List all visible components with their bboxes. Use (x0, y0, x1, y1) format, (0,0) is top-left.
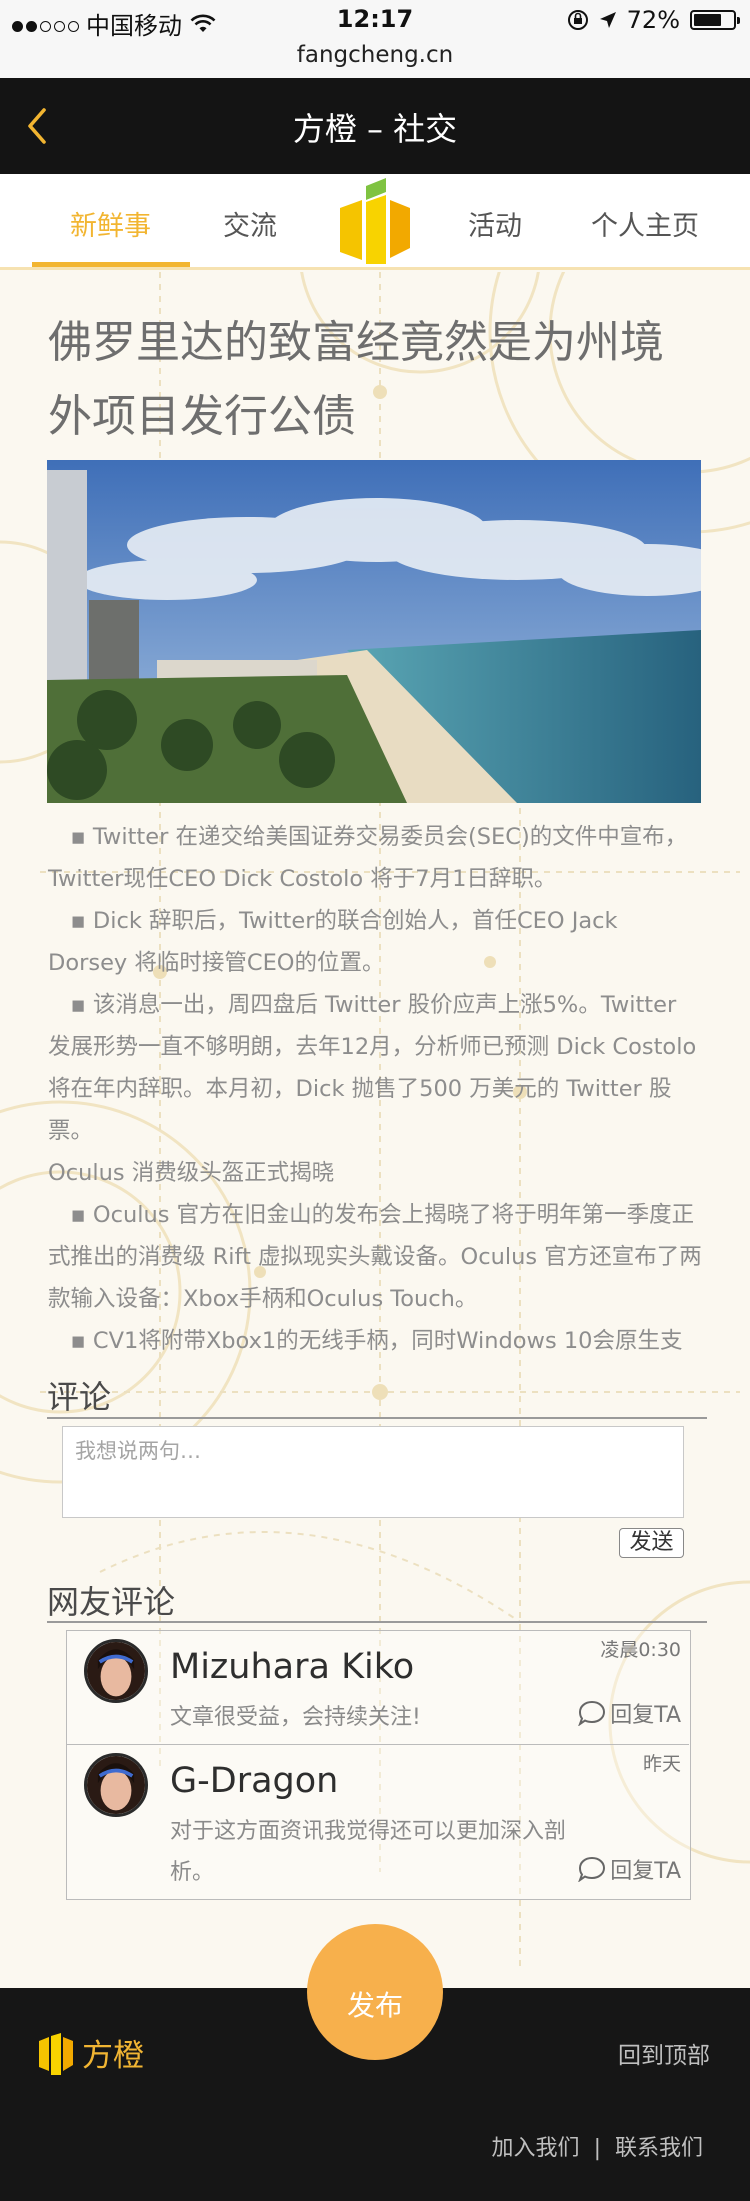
footer-links: 加入我们 | 联系我们 (485, 2130, 710, 2162)
comments-title: 评论 (47, 1378, 112, 1416)
comments-divider (47, 1417, 707, 1419)
article-paragraph: ▪ Dick 辞职后，Twitter的联合创始人，首任CEO Jack Dors… (48, 908, 618, 976)
review-text: 对于这方面资讯我觉得还可以更加深入剖析。 (170, 1819, 567, 1885)
reply-label: 回复TA (610, 1859, 681, 1884)
tab-discussion[interactable]: 交流 (223, 204, 277, 243)
join-us-link[interactable]: 加入我们 (492, 2136, 580, 2161)
reviewer-name[interactable]: Mizuhara Kiko (170, 1647, 414, 1687)
status-right: 72% (567, 6, 740, 34)
publish-button[interactable]: 发布 (307, 1924, 443, 2060)
active-tab-indicator (32, 262, 190, 267)
avatar[interactable] (84, 1753, 148, 1817)
back-to-top-link[interactable]: 回到顶部 (618, 2036, 710, 2070)
location-arrow-icon (599, 12, 616, 28)
speech-bubble-icon (578, 1856, 606, 1882)
article-body: ▪ Twitter 在递交给美国证券交易委员会(SEC)的文件中宣布，Twitt… (48, 816, 702, 1362)
speech-bubble-icon (578, 1700, 606, 1726)
footer-separator: | (593, 2136, 601, 2161)
comment-input[interactable] (63, 1427, 683, 1517)
battery-percent: 72% (626, 6, 680, 34)
page-title: 方橙 – 社交 (292, 110, 458, 148)
review-item: G-Dragon 昨天 对于这方面资讯我觉得还可以更加深入剖析。 回复TA (67, 1744, 689, 1899)
reply-button[interactable]: 回复TA (578, 1853, 681, 1885)
reviews-list: Mizuhara Kiko 凌晨0:30 文章很受益，会持续关注! 回复TA G… (66, 1630, 691, 1900)
article-paragraph: ▪ Oculus 官方在旧金山的发布会上揭晓了将于明年第一季度正式推出的消费级 … (48, 1202, 702, 1312)
article-title: 佛罗里达的致富经竟然是为州境外项目发行公债 (48, 317, 664, 442)
battery-icon (690, 10, 740, 30)
top-nav-bar: 方橙 – 社交 (0, 78, 750, 174)
article-paragraph: ▪ 该消息一出，周四盘后 Twitter 股价应声上涨5%。Twitter 发展… (48, 992, 697, 1144)
review-text: 文章很受益，会持续关注! (170, 1705, 421, 1730)
comment-box (62, 1426, 684, 1518)
reply-button[interactable]: 回复TA (578, 1697, 681, 1729)
contact-us-link[interactable]: 联系我们 (615, 2136, 703, 2161)
article-subheading: Oculus 消费级头盔正式揭晓 (48, 1160, 335, 1186)
tab-profile[interactable]: 个人主页 (591, 204, 699, 243)
article-photo (47, 460, 701, 803)
reviews-title: 网友评论 (47, 1583, 176, 1621)
review-item: Mizuhara Kiko 凌晨0:30 文章很受益，会持续关注! 回复TA (67, 1631, 689, 1744)
article-paragraph: ▪ CV1将附带Xbox1的无线手柄，同时Windows 10会原生支 (48, 1328, 683, 1354)
tab-events[interactable]: 活动 (468, 204, 522, 243)
tab-bar: 新鲜事 交流 活动 个人主页 (0, 174, 750, 270)
reply-label: 回复TA (610, 1703, 681, 1728)
url-bar[interactable]: fangcheng.cn (0, 40, 750, 78)
status-bar: 中国移动 12:17 72% (0, 0, 750, 40)
avatar[interactable] (84, 1639, 148, 1703)
footer-brand[interactable]: 方橙 (38, 2030, 144, 2075)
review-time: 昨天 (642, 1753, 681, 1775)
fangcheng-logo-icon[interactable] (336, 178, 412, 264)
rotation-lock-icon (567, 10, 588, 30)
fangcheng-logo-icon (39, 2032, 73, 2075)
reviewer-name[interactable]: G-Dragon (170, 1761, 338, 1801)
review-time: 凌晨0:30 (600, 1639, 681, 1661)
article-paragraph: ▪ Twitter 在递交给美国证券交易委员会(SEC)的文件中宣布，Twitt… (48, 824, 688, 892)
send-button[interactable]: 发送 (619, 1528, 684, 1558)
reviews-divider (47, 1621, 707, 1623)
tab-news[interactable]: 新鲜事 (70, 204, 151, 243)
footer-brand-name: 方橙 (82, 2038, 144, 2074)
